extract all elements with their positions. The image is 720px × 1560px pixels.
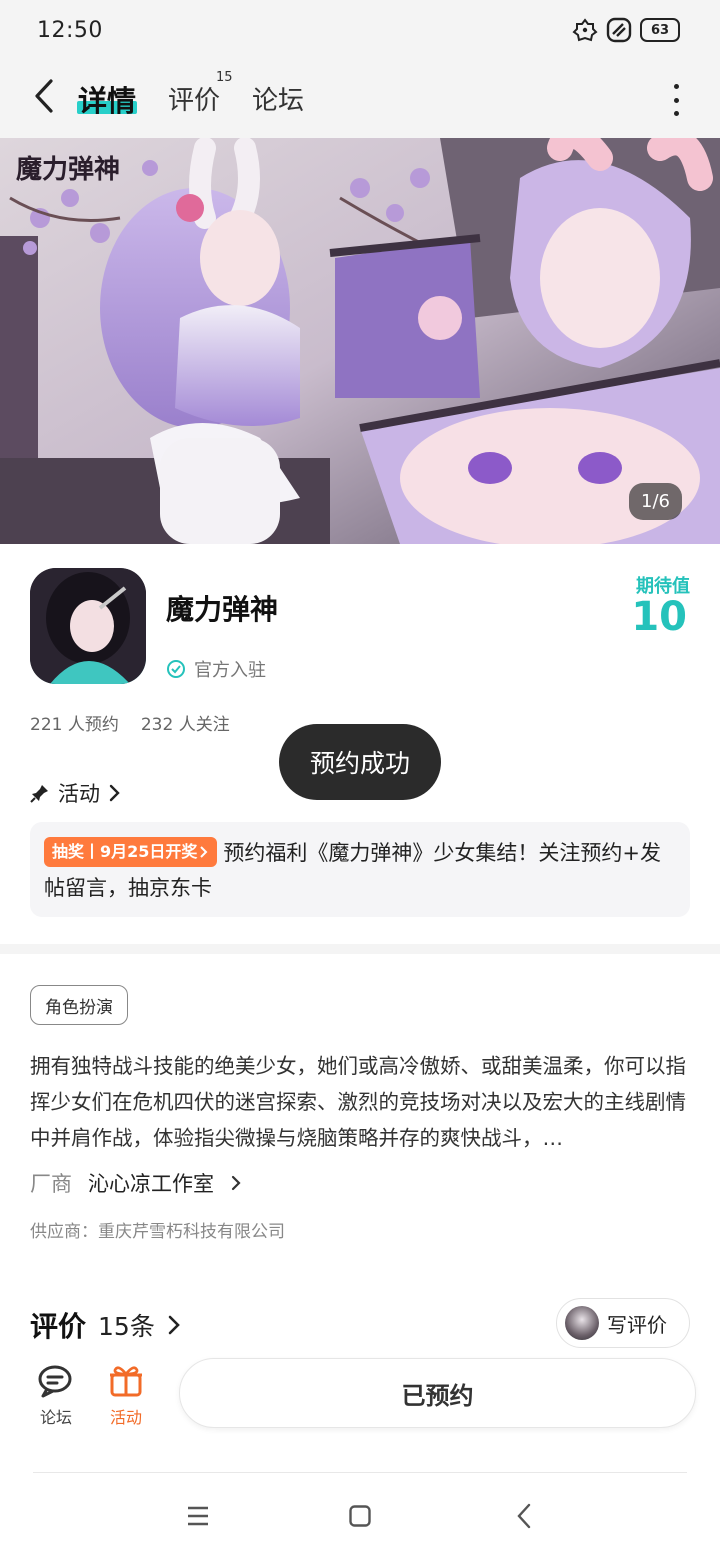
top-nav-bar: 详情 评价 15 论坛 <box>0 62 720 138</box>
menu-lines-icon <box>188 1506 208 1526</box>
more-options-button[interactable] <box>666 82 686 118</box>
activity-card[interactable]: 抽奖丨9月25日开奖 预约福利《魔力弹神》少女集结！关注预约+发帖留言，抽京东卡 <box>30 822 690 917</box>
bottom-forum-button[interactable]: 论坛 <box>26 1364 86 1428</box>
notification-flower-icon <box>572 17 598 43</box>
vendor-label: 厂商 <box>30 1172 72 1196</box>
status-icons: 63 <box>572 17 680 43</box>
tab-review-count: 15 <box>216 70 233 85</box>
game-description[interactable]: 拥有独特战斗技能的绝美少女，她们或高冷傲娇、或甜美温柔，你可以指挥少女们在危机四… <box>30 1048 690 1156</box>
genre-tag[interactable]: 角色扮演 <box>30 985 128 1025</box>
reservation-success-toast: 预约成功 <box>279 724 441 800</box>
game-title: 魔力弹神 <box>166 593 279 626</box>
reviews-header[interactable]: 评价 15条 <box>30 1305 181 1345</box>
app-shortcut-icon <box>606 17 632 43</box>
reserved-button[interactable]: 已预约 <box>179 1358 696 1428</box>
recent-apps-button[interactable] <box>178 1501 218 1531</box>
activity-section-header[interactable]: 活动 <box>30 778 120 808</box>
game-app-icon <box>30 568 146 684</box>
bottom-action-bar: 论坛 活动 已预约 <box>0 1350 720 1472</box>
write-review-button[interactable]: 写评价 <box>556 1298 690 1348</box>
back-button[interactable] <box>26 76 62 116</box>
tab-detail[interactable]: 详情 <box>78 78 136 120</box>
forum-chat-icon <box>38 1365 72 1398</box>
tab-forum[interactable]: 论坛 <box>252 80 304 117</box>
system-nav-bar <box>0 1473 720 1560</box>
back-chevron-icon <box>517 1503 531 1529</box>
back-arrow-icon <box>35 79 53 113</box>
section-divider <box>0 944 720 954</box>
lottery-badge: 抽奖丨9月25日开奖 <box>44 836 218 867</box>
banner-artwork: 魔力弹神 <box>0 138 720 544</box>
gift-icon <box>110 1366 142 1397</box>
supplier-text: 供应商：重庆芹雪朽科技有限公司 <box>30 1222 285 1242</box>
banner-carousel[interactable]: 魔力弹神 1/6 <box>0 138 720 544</box>
status-bar: 12:50 63 <box>0 0 720 62</box>
tab-review[interactable]: 评价 <box>168 80 220 117</box>
home-button[interactable] <box>340 1501 380 1531</box>
game-stats: 221 人预约 232 人关注 <box>30 710 230 735</box>
chevron-right-icon <box>231 1175 241 1191</box>
reservation-count: 221 人预约 <box>30 715 119 735</box>
verified-check-icon <box>167 660 185 678</box>
status-time: 12:50 <box>37 18 103 43</box>
lottery-badge-text: 抽奖丨9月25日开奖 <box>52 842 198 861</box>
activity-heading: 活动 <box>58 782 100 806</box>
chevron-right-icon <box>168 1315 180 1335</box>
official-badge: 官方入驻 <box>166 656 266 682</box>
battery-icon: 63 <box>640 18 680 42</box>
reviews-count: 15条 <box>98 1312 155 1341</box>
pin-icon <box>30 785 48 803</box>
badge-chevron-icon <box>200 845 208 858</box>
write-review-label: 写评价 <box>607 1312 667 1337</box>
chevron-right-icon <box>109 784 120 802</box>
reviews-title: 评价 <box>30 1310 87 1343</box>
bottom-forum-label: 论坛 <box>39 1408 72 1427</box>
system-back-button[interactable] <box>504 1501 544 1531</box>
banner-page-counter: 1/6 <box>629 483 682 520</box>
home-square-icon <box>349 1505 371 1527</box>
vendor-name: 沁心凉工作室 <box>88 1172 214 1196</box>
banner-logo-text: 魔力弹神 <box>16 155 120 185</box>
bottom-activity-button[interactable]: 活动 <box>96 1364 156 1428</box>
official-label: 官方入驻 <box>194 660 266 681</box>
follower-count: 232 人关注 <box>140 715 230 735</box>
expectation-value: 10 <box>631 594 687 640</box>
user-avatar <box>565 1306 599 1340</box>
bottom-activity-label: 活动 <box>109 1408 142 1427</box>
vendor-row[interactable]: 厂商 沁心凉工作室 <box>30 1168 242 1198</box>
